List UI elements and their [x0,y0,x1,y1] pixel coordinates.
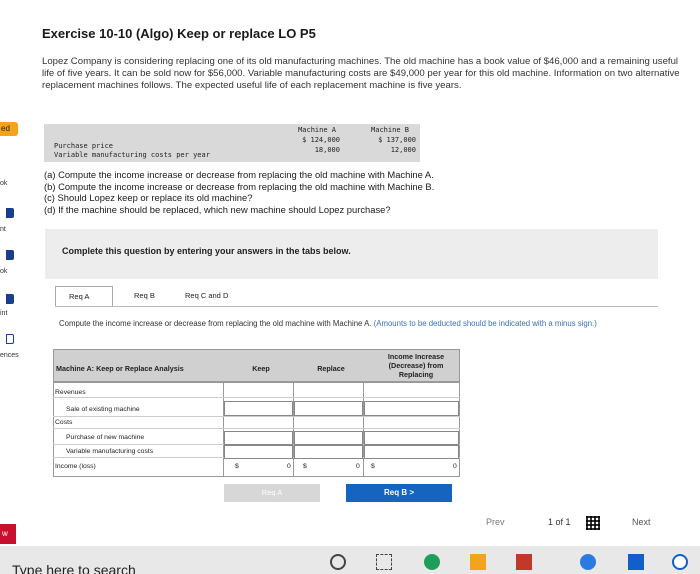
side-nav-label[interactable]: ok [0,268,7,275]
row-label: Variable manufacturing costs [66,448,154,455]
tab-req-c-and-d[interactable]: Req C and D [181,286,233,306]
keep-sale-input[interactable] [224,401,293,416]
brand-badge-label: w [2,529,8,538]
taskbar: Type here to search [0,546,700,574]
next-req-label: Req B > [383,488,414,497]
next-req-button[interactable]: Req B > [346,484,452,502]
purchase-price-label: Purchase price [54,142,114,150]
table-header: Machine A: Keep or Replace Analysis Keep… [53,349,460,382]
edge-icon[interactable] [672,554,688,570]
page-count: 1 of 1 [548,517,571,527]
variable-cost-label: Variable manufacturing costs per year [54,151,210,159]
outlook-icon[interactable] [628,554,644,570]
row-label: Costs [55,419,73,426]
side-nav-icon[interactable] [6,208,14,218]
prev-page-link[interactable]: Prev [486,517,505,527]
side-nav-strip: ed ok nt ok int ences w [0,0,34,574]
machine-a-header: Machine A [298,126,336,134]
row-label: Purchase of new machine [66,434,145,441]
taskbar-search[interactable]: Type here to search [12,562,136,574]
col-replace: Replace [317,364,345,373]
question-c: (c) Should Lopez keep or replace its old… [44,192,253,203]
machine-b-header: Machine B [371,126,409,134]
income-variable-input[interactable] [364,445,459,459]
instruction-text: Complete this question by entering your … [62,246,351,256]
prev-req-button[interactable]: Req A [224,484,320,502]
side-nav-label[interactable]: ok [0,180,7,187]
cortana-icon[interactable] [330,554,346,570]
side-nav-label[interactable]: nt [0,226,6,233]
keep-total-symbol: $ [235,463,239,470]
machine-b-price: $ 137,000 [378,136,416,144]
browser-icon[interactable] [424,554,440,570]
row-label: Sale of existing machine [66,406,140,413]
table-row: Costs [53,417,460,429]
exercise-intro: Lopez Company is considering replacing o… [42,56,680,91]
income-sale-input[interactable] [364,401,459,416]
store-icon[interactable] [516,554,532,570]
replace-total-value: 0 [356,463,360,470]
app-icon[interactable] [580,554,596,570]
side-nav-label: ed [1,124,10,133]
machine-a-price: $ 124,000 [302,136,340,144]
tab-divider [55,306,658,307]
keep-total-value: 0 [287,463,291,470]
row-label: Revenues [55,389,86,396]
replace-total-symbol: $ [303,463,307,470]
task-hint-text: (Amounts to be deducted should be indica… [373,319,597,328]
side-nav-label[interactable]: ences [0,352,19,359]
brand-badge: w [0,524,16,544]
instruction-bar: Complete this question by entering your … [45,229,658,279]
exercise-title: Exercise 10-10 (Algo) Keep or replace LO… [42,26,316,41]
tab-req-b[interactable]: Req B [130,286,159,306]
side-nav-icon[interactable] [6,250,14,260]
question-b: (b) Compute the income increase or decre… [44,180,435,192]
row-label: Income (loss) [55,463,96,470]
task-view-icon[interactable] [376,554,392,570]
income-total-value: 0 [453,463,457,470]
side-nav-icon[interactable] [6,334,14,344]
side-nav-icon[interactable] [6,294,14,304]
replace-variable-input[interactable] [294,445,363,459]
replace-sale-input[interactable] [294,401,363,416]
table-row: Revenues [53,387,460,398]
next-page-link[interactable]: Next [632,517,651,527]
replace-purchase-input[interactable] [294,431,363,445]
task-instruction: Compute the income increase or decrease … [59,319,629,329]
pagination: Prev 1 of 1 Next [486,516,686,533]
machine-a-variable: 18,000 [314,146,340,154]
income-total-symbol: $ [371,463,375,470]
question-a: (a) Compute the income increase or decre… [44,169,434,180]
income-purchase-input[interactable] [364,431,459,445]
keep-purchase-input[interactable] [224,431,293,445]
file-explorer-icon[interactable] [470,554,486,570]
tab-req-a[interactable]: Req A [55,286,113,306]
machine-b-variable: 12,000 [390,146,416,154]
question-list: (a) Compute the income increase or decre… [44,169,434,215]
machine-data-table: Machine A Machine B Purchase price Varia… [44,124,420,162]
keep-variable-input[interactable] [224,445,293,459]
side-nav-label[interactable]: int [0,310,7,317]
side-nav-tab-active[interactable]: ed [0,122,18,136]
col-income: Income Increase (Decrease) from Replacin… [387,352,445,379]
question-d: (d) If the machine should be replaced, w… [44,203,391,215]
keep-replace-table: Machine A: Keep or Replace Analysis Keep… [53,349,460,477]
prev-req-label: Req A [261,488,283,497]
task-main-text: Compute the income increase or decrease … [59,319,372,328]
col-keep: Keep [252,364,270,373]
grid-icon[interactable] [586,516,600,530]
table-title: Machine A: Keep or Replace Analysis [56,364,184,373]
table-row: Income (loss) [53,459,460,474]
tab-bar: Req A Req B Req C and D [55,286,655,306]
